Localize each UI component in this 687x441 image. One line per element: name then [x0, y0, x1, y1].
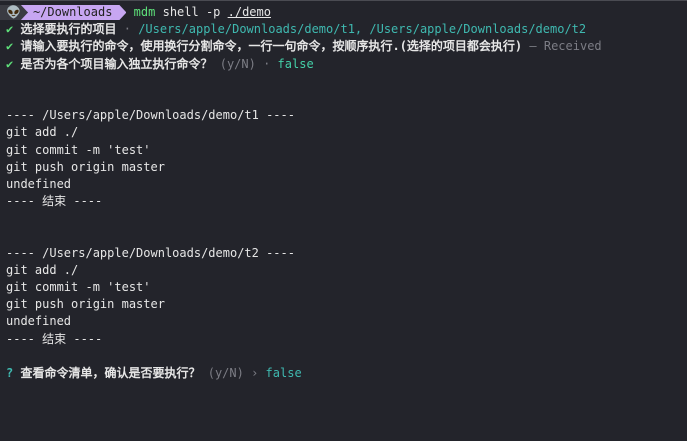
- block-footer: ---- 结束 ----: [6, 331, 103, 346]
- block-line: git add ./: [6, 262, 79, 277]
- question-text: 选择要执行的项目: [20, 22, 117, 37]
- block-line: undefined: [6, 176, 72, 191]
- terminal-output: 👽 ~/Downloads mdm shell -p ./demo ✔ 选择要执行…: [0, 4, 687, 382]
- command-args: shell -p: [162, 5, 221, 19]
- block-line: git add ./: [6, 125, 79, 140]
- separator: ·: [263, 56, 271, 71]
- check-icon: ✔: [6, 22, 14, 37]
- separator: —: [529, 39, 537, 54]
- block-header: ---- /Users/apple/Downloads/demo/t1 ----: [6, 108, 295, 123]
- block-header: ---- /Users/apple/Downloads/demo/t2 ----: [6, 245, 295, 260]
- block-line: git push origin master: [6, 159, 165, 174]
- block-line: undefined: [6, 314, 72, 329]
- prompt-line: 👽 ~/Downloads mdm shell -p ./demo: [0, 4, 687, 21]
- question-text: 是否为各个项目输入独立执行命令？: [20, 56, 213, 71]
- answer-line: ✔ 是否为各个项目输入独立执行命令？ (y/N) · false: [6, 56, 687, 73]
- answer-line: ✔ 请输入要执行的命令，使用换行分割命令，一行一句命令，按顺序执行.(选择的项目…: [6, 38, 687, 55]
- command-path: ./demo: [227, 5, 271, 19]
- hint-text: (y/N): [207, 365, 244, 380]
- block-line: git push origin master: [6, 297, 165, 312]
- answer-text: Received: [543, 39, 602, 54]
- block-footer: ---- 结束 ----: [6, 194, 103, 209]
- hint-text: (y/N): [219, 56, 256, 71]
- block-line: git commit -m 'test': [6, 142, 151, 157]
- question-text: 请输入要执行的命令，使用换行分割命令，一行一句命令，按顺序执行.(选择的项目都会…: [20, 39, 523, 54]
- block-line: git commit -m 'test': [6, 280, 151, 294]
- answer-input[interactable]: false: [266, 366, 302, 380]
- window-border: [0, 0, 687, 1]
- question-text: 查看命令清单，确认是否要执行？: [20, 365, 201, 380]
- confirm-prompt[interactable]: ? 查看命令清单，确认是否要执行？ (y/N) › false: [6, 365, 687, 382]
- separator: ·: [123, 22, 131, 37]
- separator: ›: [251, 365, 259, 380]
- answer-line: ✔ 选择要执行的项目 · /Users/apple/Downloads/demo…: [6, 21, 687, 38]
- check-icon: ✔: [6, 39, 14, 54]
- check-icon: ✔: [6, 56, 14, 71]
- command-name: mdm: [133, 5, 156, 19]
- answer-text: false: [277, 56, 314, 71]
- answer-text: /Users/apple/Downloads/demo/t1, /Users/a…: [138, 22, 587, 37]
- alien-icon: 👽: [0, 5, 27, 20]
- question-mark-icon: ?: [6, 365, 14, 380]
- prompt-directory: ~/Downloads: [21, 5, 126, 20]
